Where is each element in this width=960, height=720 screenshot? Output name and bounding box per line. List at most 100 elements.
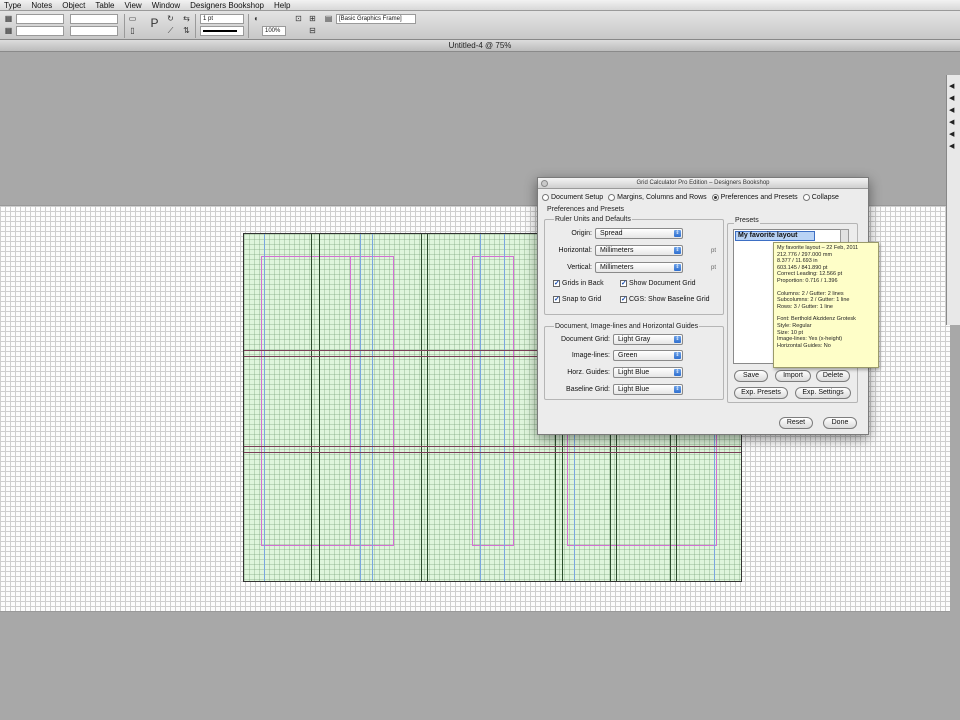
menu-help[interactable]: Help: [274, 1, 290, 10]
menu-window[interactable]: Window: [152, 1, 180, 10]
divider: [195, 14, 196, 38]
tooltip-line: My favorite layout – 22 Feb, 2011: [777, 245, 859, 251]
horz-guides-color-select[interactable]: Light Blue ⇕: [613, 367, 683, 378]
center-content-icon[interactable]: ⊟: [308, 26, 317, 35]
tooltip-line: Subcolumns: 2 / Gutter: 1 line: [777, 297, 850, 304]
opacity-icon[interactable]: ◐: [252, 14, 261, 23]
w-field[interactable]: [70, 14, 118, 24]
baseline-guide: [360, 234, 361, 581]
reference-point-icon-2[interactable]: ▦: [4, 26, 13, 35]
save-preset-button[interactable]: Save: [734, 370, 768, 382]
scale-y-icon[interactable]: ▯: [128, 26, 137, 35]
close-icon[interactable]: [541, 180, 548, 187]
prefs-group-title: Preferences and Presets: [547, 206, 625, 213]
fit-content-icon[interactable]: ⊡: [294, 14, 303, 23]
panel-tab-icon[interactable]: ◀: [949, 119, 959, 127]
show-document-grid-checkbox[interactable]: ✓ Show Document Grid: [620, 280, 696, 287]
popup-arrows-icon: ⇕: [674, 352, 681, 359]
tooltip-line: Rows: 3 / Gutter: 1 line: [777, 303, 833, 310]
vertical-label: Vertical:: [567, 264, 592, 271]
control-bar: ▦ ▦ ▭ ▯ P ↻ ⟋ ⇆ ⇅ 1 pt ◐ 100% ⊡ ⊞ ⊟ ▤ [B…: [0, 11, 960, 40]
tooltip-line: Image-lines: Yes (x-height): [777, 336, 843, 343]
tooltip-line: Horizontal Guides: No: [777, 342, 831, 349]
delete-preset-button[interactable]: Delete: [816, 370, 850, 382]
image-line: [311, 234, 312, 581]
import-preset-button[interactable]: Import: [775, 370, 811, 382]
image-lines-label: Image-lines:: [571, 352, 610, 359]
object-style-icon[interactable]: ▤: [324, 14, 333, 23]
divider: [248, 14, 249, 38]
image-line: [421, 234, 422, 581]
export-settings-button[interactable]: Exp. Settings: [795, 387, 851, 399]
baseline-guide: [480, 234, 481, 581]
image-line: [427, 234, 428, 581]
menu-notes[interactable]: Notes: [31, 1, 52, 10]
panel-dock: ◀ ◀ ◀ ◀ ◀ ◀: [946, 75, 960, 325]
divider: [124, 14, 125, 38]
tooltip-line: 8.377 / 11.693 in: [777, 258, 818, 265]
dialog-title: Grid Calculator Pro Edition – Designers …: [538, 178, 868, 189]
tooltip-line: Proportion: 0.716 / 1.396: [777, 277, 838, 284]
stroke-type-select[interactable]: [200, 26, 244, 36]
panel-tab-icon[interactable]: ◀: [949, 143, 959, 151]
menu-bar: Type Notes Object Table View Window Desi…: [0, 0, 960, 11]
popup-arrows-icon: ⇕: [674, 386, 681, 393]
horizontal-units-select[interactable]: Millimeters ⇕: [595, 245, 683, 256]
h-field[interactable]: [70, 26, 118, 36]
menu-designers-bookshop[interactable]: Designers Bookshop: [190, 1, 264, 10]
tab-document-setup[interactable]: Document Setup: [542, 194, 603, 201]
constrain-proportions-icon[interactable]: P: [150, 17, 159, 29]
baseline-grid-color-select[interactable]: Light Blue ⇕: [613, 384, 683, 395]
image-lines-color-select[interactable]: Green ⇕: [613, 350, 683, 361]
row-guide: [244, 452, 741, 453]
stroke-weight-field[interactable]: 1 pt: [200, 14, 244, 24]
ruler-group-title: Ruler Units and Defaults: [554, 216, 632, 223]
panel-tab-icon[interactable]: ◀: [949, 131, 959, 139]
scale-x-icon[interactable]: ▭: [128, 14, 137, 23]
document-grid-color-select[interactable]: Light Gray ⇕: [613, 334, 683, 345]
menu-table[interactable]: Table: [95, 1, 114, 10]
opacity-field[interactable]: 100%: [262, 26, 286, 36]
tooltip-line: Style: Regular: [777, 322, 812, 329]
dialog-tabs: Document Setup Margins, Columns and Rows…: [542, 194, 844, 201]
tab-margins-columns-rows[interactable]: Margins, Columns and Rows: [608, 194, 707, 201]
export-presets-button[interactable]: Exp. Presets: [734, 387, 788, 399]
tab-preferences-presets[interactable]: Preferences and Presets: [711, 194, 798, 201]
snap-to-grid-checkbox[interactable]: ✓ Snap to Grid: [553, 296, 601, 303]
popup-arrows-icon: ⇕: [674, 369, 681, 376]
shear-icon[interactable]: ⟋: [166, 26, 175, 35]
y-field[interactable]: [16, 26, 64, 36]
preset-item-my-favorite-layout[interactable]: My favorite layout: [735, 231, 815, 241]
document-title: Untitled-4 @ 75%: [0, 40, 960, 52]
menu-view[interactable]: View: [125, 1, 142, 10]
vertical-units-select[interactable]: Millimeters ⇕: [595, 262, 683, 273]
panel-tab-icon[interactable]: ◀: [949, 107, 959, 115]
vertical-unit: pt: [711, 265, 717, 271]
image-line: [319, 234, 320, 581]
baseline-grid-label: Baseline Grid:: [566, 386, 610, 393]
tooltip-line: 212.776 / 297.000 mm: [777, 251, 833, 258]
origin-select[interactable]: Spread ⇕: [595, 228, 683, 239]
done-button[interactable]: Done: [823, 417, 857, 429]
baseline-guide: [504, 234, 505, 581]
panel-tab-icon[interactable]: ◀: [949, 83, 959, 91]
presets-group-title: Presets: [734, 217, 760, 224]
preset-tooltip: My favorite layout – 22 Feb, 2011 212.77…: [773, 242, 879, 368]
reference-point-icon[interactable]: ▦: [4, 14, 13, 23]
fit-frame-icon[interactable]: ⊞: [308, 14, 317, 23]
tooltip-line: 603.145 / 841.890 pt: [777, 264, 828, 271]
popup-arrows-icon: ⇕: [674, 247, 681, 254]
baseline-guide: [372, 234, 373, 581]
flip-vertical-icon[interactable]: ⇅: [182, 26, 191, 35]
grids-in-back-checkbox[interactable]: ✓ Grids in Back: [553, 280, 604, 287]
flip-horizontal-icon[interactable]: ⇆: [182, 14, 191, 23]
tab-collapse[interactable]: Collapse: [802, 194, 839, 201]
rotate-icon[interactable]: ↻: [166, 14, 175, 23]
object-style-select[interactable]: [Basic Graphics Frame]: [336, 14, 416, 24]
cgs-show-baseline-checkbox[interactable]: ✓ CGS: Show Baseline Grid: [620, 296, 710, 303]
menu-object[interactable]: Object: [62, 1, 85, 10]
menu-type[interactable]: Type: [4, 1, 21, 10]
reset-button[interactable]: Reset: [779, 417, 813, 429]
panel-tab-icon[interactable]: ◀: [949, 95, 959, 103]
x-field[interactable]: [16, 14, 64, 24]
